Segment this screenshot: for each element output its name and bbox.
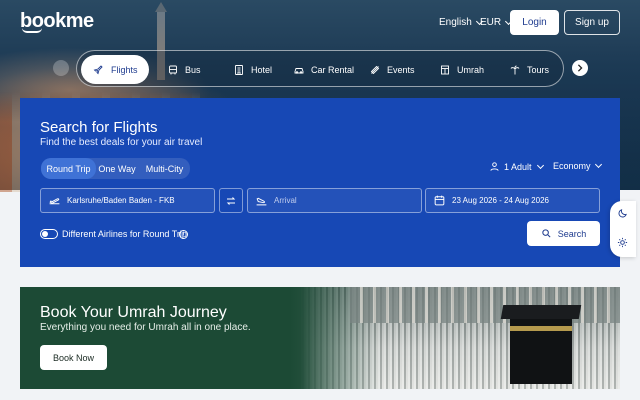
date-range-value: 23 Aug 2026 - 24 Aug 2026 bbox=[452, 196, 549, 205]
banner-subtitle: Everything you need for Umrah all in one… bbox=[40, 322, 251, 333]
flight-search-panel: Search for Flights Find the best deals f… bbox=[20, 98, 620, 267]
side-quick-actions bbox=[610, 201, 636, 257]
tab-label: Umrah bbox=[457, 64, 485, 75]
category-nav: Flights Bus Hotel Car Rental Events Umra… bbox=[76, 50, 564, 87]
landing-icon bbox=[256, 197, 267, 206]
search-title: Search for Flights bbox=[40, 119, 158, 136]
tab-label: Flights bbox=[111, 64, 138, 75]
user-icon bbox=[490, 162, 499, 171]
tab-hotel[interactable]: Hotel bbox=[233, 55, 272, 84]
info-icon[interactable]: i bbox=[179, 230, 188, 239]
departure-value: Karlsruhe/Baden Baden - FKB bbox=[67, 196, 175, 205]
search-button[interactable]: Search bbox=[527, 221, 600, 246]
tab-flights[interactable]: Flights bbox=[81, 55, 149, 84]
logo-smile-icon bbox=[22, 28, 42, 33]
search-subtitle: Find the best deals for your air travel bbox=[40, 137, 203, 148]
umrah-banner: Book Your Umrah Journey Everything you n… bbox=[20, 287, 620, 389]
chevron-down-icon bbox=[536, 161, 544, 169]
currency-selector[interactable]: EUR bbox=[480, 17, 513, 28]
passenger-selector[interactable]: 1 Adult bbox=[489, 161, 544, 172]
car-icon bbox=[294, 67, 304, 74]
banner-kaaba-image bbox=[510, 312, 572, 384]
tab-label: Hotel bbox=[251, 64, 273, 75]
moon-icon[interactable] bbox=[617, 208, 628, 219]
cabin-class-selector[interactable]: Economy bbox=[553, 160, 602, 171]
category-prev-button[interactable] bbox=[53, 60, 69, 76]
bus-icon bbox=[169, 65, 177, 74]
search-icon bbox=[542, 229, 551, 238]
search-button-label: Search bbox=[557, 228, 587, 239]
trip-multi-city[interactable]: Multi-City bbox=[139, 158, 190, 179]
sun-icon[interactable] bbox=[617, 237, 628, 248]
tab-bus[interactable]: Bus bbox=[167, 55, 201, 84]
arrival-field[interactable]: Arrival bbox=[247, 188, 422, 213]
tab-label: Car Rental bbox=[311, 64, 355, 75]
kaaba-icon bbox=[441, 65, 449, 74]
chevron-down-icon bbox=[594, 160, 602, 169]
calendar-icon bbox=[434, 195, 445, 206]
arrival-placeholder: Arrival bbox=[274, 196, 297, 205]
tab-tours[interactable]: Tours bbox=[509, 55, 549, 84]
tab-car-rental[interactable]: Car Rental bbox=[293, 55, 354, 84]
plane-icon bbox=[93, 64, 103, 74]
trip-one-way[interactable]: One Way bbox=[97, 158, 137, 179]
swap-button[interactable] bbox=[219, 188, 243, 213]
book-now-button[interactable]: Book Now bbox=[40, 345, 107, 370]
language-selector[interactable]: English bbox=[439, 17, 483, 28]
chevron-right-icon bbox=[577, 64, 583, 72]
signup-button[interactable]: Sign up bbox=[564, 10, 620, 35]
tab-label: Tours bbox=[527, 64, 550, 75]
ticket-icon bbox=[370, 65, 380, 74]
palm-icon bbox=[510, 65, 520, 74]
cabin-class-label: Economy bbox=[553, 161, 591, 171]
tab-label: Bus bbox=[185, 64, 201, 75]
takeoff-icon bbox=[49, 198, 60, 205]
login-button[interactable]: Login bbox=[510, 10, 559, 35]
category-next-button[interactable] bbox=[572, 60, 588, 76]
tab-label: Events bbox=[387, 64, 415, 75]
language-label: English bbox=[439, 17, 472, 28]
banner-title: Book Your Umrah Journey bbox=[40, 304, 227, 321]
trip-type-group: Round Trip One Way Multi-City bbox=[41, 158, 190, 179]
trip-round-trip[interactable]: Round Trip bbox=[41, 158, 96, 179]
tab-events[interactable]: Events bbox=[369, 55, 415, 84]
swap-arrows-icon bbox=[226, 196, 236, 205]
different-airlines-toggle[interactable] bbox=[40, 229, 58, 239]
date-range-field[interactable]: 23 Aug 2026 - 24 Aug 2026 bbox=[425, 188, 600, 213]
departure-field[interactable]: Karlsruhe/Baden Baden - FKB bbox=[40, 188, 215, 213]
passenger-label: 1 Adult bbox=[504, 161, 532, 172]
different-airlines-label: Different Airlines for Round Trip bbox=[62, 229, 187, 239]
currency-label: EUR bbox=[480, 17, 502, 28]
hotel-icon bbox=[235, 64, 243, 75]
tab-umrah[interactable]: Umrah bbox=[439, 55, 484, 84]
